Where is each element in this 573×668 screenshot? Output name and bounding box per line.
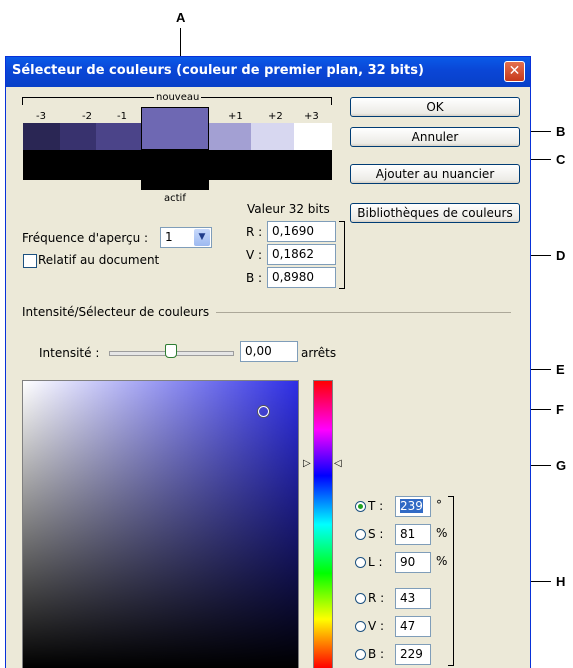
hsl-rvb-bracket: [448, 496, 454, 666]
relative-checkbox[interactable]: [23, 254, 37, 268]
intensity-field[interactable]: 0,00: [240, 341, 298, 362]
frequency-select[interactable]: 1 ▼: [160, 227, 212, 248]
nouveau-label: nouveau: [154, 92, 202, 103]
window-title: Sélecteur de couleurs (couleur de premie…: [12, 63, 424, 78]
field-r[interactable]: 43: [395, 588, 431, 609]
unit-l: %: [436, 554, 448, 568]
radio-b[interactable]: [355, 649, 366, 660]
field-v[interactable]: 47: [395, 616, 431, 637]
callout-e: E: [556, 362, 565, 377]
section-divider: [216, 312, 511, 313]
value32-b-field[interactable]: 0,8980: [267, 267, 336, 288]
swatch-nouveau[interactable]: [141, 107, 209, 150]
title-bar: Sélecteur de couleurs (couleur de premie…: [6, 57, 530, 87]
hue-arrow-left-icon[interactable]: ▷: [303, 458, 311, 469]
radio-r[interactable]: [355, 593, 366, 604]
frequency-value: 1: [165, 230, 173, 244]
add-to-swatches-button[interactable]: Ajouter au nuancier: [350, 164, 520, 184]
callout-a: A: [176, 10, 186, 25]
value32-v-label: V :: [246, 248, 263, 262]
field-b[interactable]: 229: [395, 644, 431, 665]
label-l: L :: [368, 555, 383, 569]
step-label-p3: +3: [304, 111, 319, 122]
label-b: B :: [368, 647, 385, 661]
step-label-m3: -3: [36, 111, 46, 122]
intensity-unit: arrêts: [301, 346, 337, 360]
radio-v[interactable]: [355, 621, 366, 632]
swatch-plus1[interactable]: [209, 123, 251, 150]
swatch-minus1[interactable]: [96, 123, 141, 150]
color-libraries-button[interactable]: Bibliothèques de couleurs: [350, 203, 520, 223]
step-label-p1: +1: [228, 111, 243, 122]
radio-t[interactable]: [355, 501, 366, 512]
close-button[interactable]: ✕: [504, 61, 525, 82]
field-s[interactable]: 81: [395, 524, 431, 545]
value32-v-field[interactable]: 0,1862: [267, 244, 336, 265]
swatch-plus3[interactable]: [294, 123, 332, 150]
radio-s[interactable]: [355, 529, 366, 540]
step-label-m2: -2: [82, 111, 92, 122]
actif-label: actif: [164, 193, 186, 204]
frequency-label: Fréquence d'aperçu :: [22, 231, 149, 245]
color-cursor-ring[interactable]: [258, 406, 269, 417]
field-t-value: 239: [400, 499, 423, 513]
intensity-label: Intensité :: [39, 346, 100, 360]
color-field-black-layer: [23, 381, 298, 668]
callout-d: D: [556, 248, 566, 263]
label-t: T :: [368, 499, 384, 513]
swatch-minus3[interactable]: [23, 123, 60, 150]
label-r: R :: [368, 591, 385, 605]
field-t[interactable]: 239: [395, 496, 431, 517]
value32-bracket: [339, 221, 345, 289]
unit-t: °: [436, 498, 442, 512]
callout-g: G: [556, 458, 567, 473]
hue-slider[interactable]: [313, 380, 333, 668]
intensity-slider-thumb[interactable]: [165, 344, 177, 358]
value32-r-field[interactable]: 0,1690: [267, 221, 336, 242]
ok-button[interactable]: OK: [350, 97, 520, 117]
hue-arrow-right-icon[interactable]: ◁: [334, 458, 342, 469]
label-v: V :: [368, 619, 385, 633]
chevron-down-icon[interactable]: ▼: [194, 229, 210, 246]
cancel-button[interactable]: Annuler: [350, 127, 520, 147]
relative-label: Relatif au document: [38, 253, 160, 267]
color-picker-dialog: Sélecteur de couleurs (couleur de premie…: [5, 56, 531, 668]
unit-s: %: [436, 526, 448, 540]
label-s: S :: [368, 527, 384, 541]
value32-r-label: R :: [246, 225, 263, 239]
callout-c: C: [556, 152, 566, 167]
value32-b-label: B :: [246, 271, 263, 285]
step-label-p2: +2: [268, 111, 283, 122]
field-l[interactable]: 90: [395, 552, 431, 573]
color-field[interactable]: [22, 380, 299, 668]
callout-f: F: [556, 402, 564, 417]
section-label: Intensité/Sélecteur de couleurs: [22, 305, 210, 319]
swatch-minus2[interactable]: [60, 123, 96, 150]
callout-h: H: [556, 574, 566, 589]
callout-b: B: [556, 124, 566, 139]
swatch-actif[interactable]: [141, 150, 209, 190]
swatch-plus2[interactable]: [251, 123, 294, 150]
step-label-m1: -1: [117, 111, 127, 122]
value32-header: Valeur 32 bits: [247, 202, 330, 216]
radio-l[interactable]: [355, 557, 366, 568]
